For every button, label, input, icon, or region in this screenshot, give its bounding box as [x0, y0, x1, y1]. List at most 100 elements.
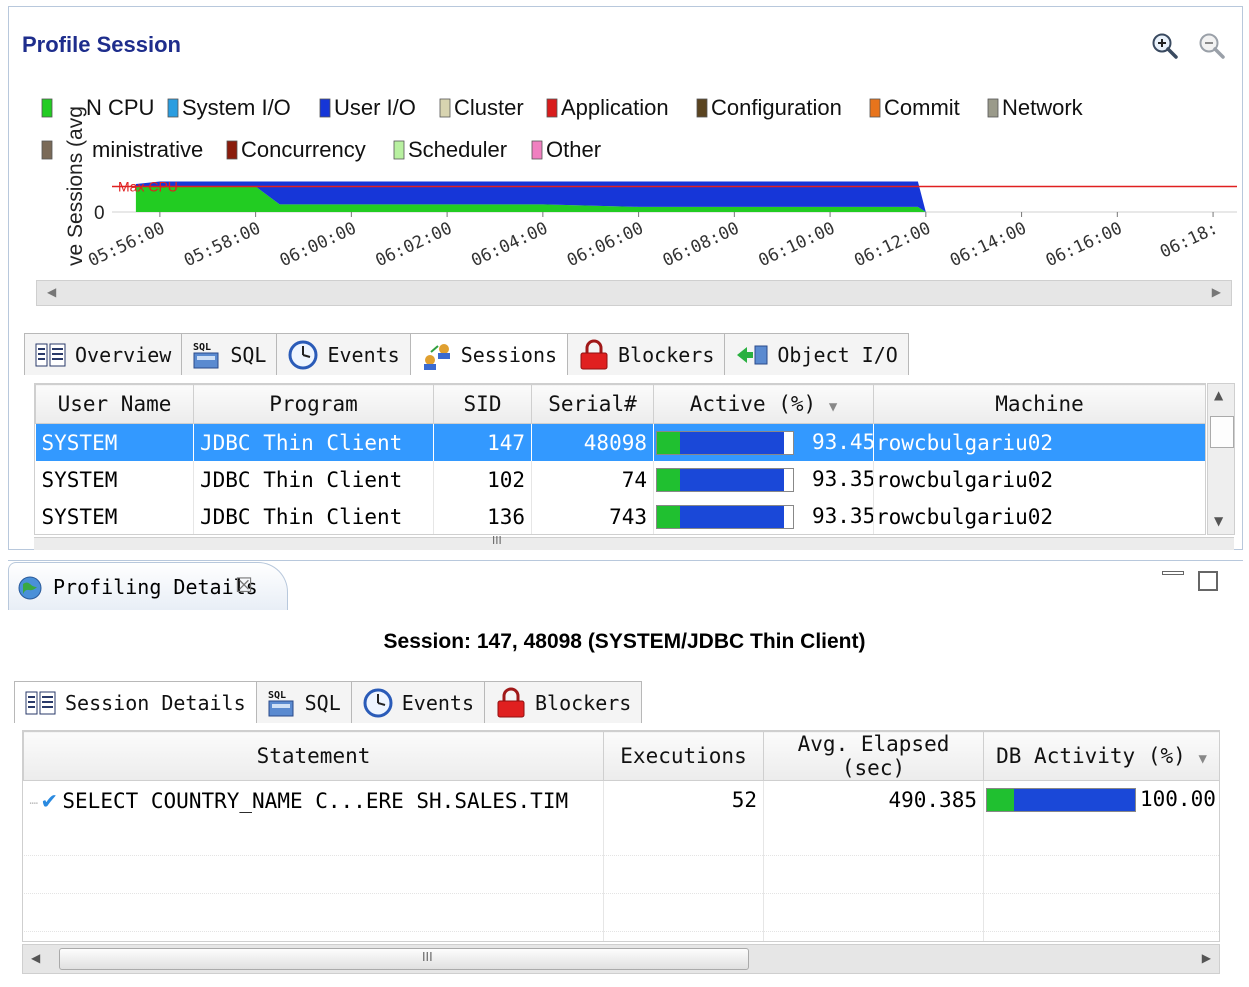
- x-tick-label: 06:08:00: [660, 218, 743, 271]
- tab-overview[interactable]: Overview: [24, 333, 183, 375]
- scroll-left-arrow-icon[interactable]: ◀: [47, 285, 56, 299]
- cell-program: JDBC Thin Client: [193, 461, 434, 498]
- cell-machine: rowcbulgariu02: [873, 498, 1205, 534]
- col-machine[interactable]: Machine: [873, 384, 1205, 424]
- chart-horizontal-scrollbar[interactable]: ◀ ▶: [36, 280, 1232, 306]
- x-axis-ticks: 05:56:00 05:58:00 06:00:00 06:02:00 06:04:00…: [85, 212, 1221, 271]
- session-tabs: Overview SQL SQL Events Sessions Blocker…: [24, 333, 909, 375]
- tree-connector: ┈: [29, 795, 38, 812]
- active-pct-label: 93.45: [812, 430, 874, 454]
- scroll-right-arrow-icon[interactable]: ▶: [1212, 285, 1221, 299]
- col-sid[interactable]: SID: [433, 384, 532, 424]
- cell-program: JDBC Thin Client: [193, 498, 434, 534]
- sessions-table: User Name Program SID Serial# Active (%)…: [35, 384, 1205, 534]
- tab-sessions[interactable]: Sessions: [409, 333, 569, 375]
- sessions-horizontal-scrollbar[interactable]: III: [34, 534, 1234, 550]
- table-row[interactable]: SYSTEM JDBC Thin Client 102 74 93.35 rowcbulg…: [35, 461, 1205, 498]
- table-row[interactable]: SYSTEM JDBC Thin Client 147 48098 93.45 rowcb…: [35, 423, 1205, 461]
- tab-session-details[interactable]: Session Details: [14, 681, 257, 723]
- tab-blockers[interactable]: Blockers: [567, 333, 726, 375]
- page-title: Profile Session: [22, 32, 181, 57]
- zoom-in-icon[interactable]: [1151, 32, 1179, 60]
- sql-table-container: Statement Executions Avg. Elapsed (sec) …: [22, 730, 1220, 942]
- scroll-left-arrow-icon[interactable]: ◀: [31, 951, 40, 965]
- active-progress-bar: [656, 431, 794, 455]
- tab-blockers-label: Blockers: [618, 342, 715, 367]
- legend-label: Application: [561, 95, 669, 120]
- overview-icon: [35, 343, 66, 366]
- tab-events[interactable]: Events: [276, 333, 411, 375]
- y-axis-label: ve Sessions (avg: [64, 106, 87, 266]
- cell-active: 93.35: [653, 461, 874, 498]
- cell-sid: 102: [433, 461, 532, 498]
- scrollbar-thumb[interactable]: III: [59, 948, 749, 970]
- col-db-activity[interactable]: DB Activity (%) ▼: [983, 731, 1219, 781]
- zoom-out-icon[interactable]: [1198, 32, 1226, 60]
- details-tabs: Session Details SQL SQL Events Blockers: [14, 681, 643, 723]
- legend-swatch: [546, 98, 558, 118]
- sessions-table-container: User Name Program SID Serial# Active (%)…: [34, 383, 1206, 535]
- sql-horizontal-scrollbar[interactable]: ◀ III ▶: [22, 944, 1220, 974]
- col-user-name[interactable]: User Name: [35, 384, 194, 424]
- tab-sql[interactable]: SQL SQL: [181, 333, 278, 375]
- legend-swatch: [393, 140, 405, 160]
- col-statement[interactable]: Statement: [23, 731, 604, 781]
- empty-row: [23, 893, 1219, 932]
- svg-text:SQL: SQL: [268, 690, 286, 701]
- close-icon[interactable]: ☒: [235, 573, 253, 597]
- legend-label: Scheduler: [408, 137, 507, 162]
- col-executions[interactable]: Executions: [603, 731, 764, 781]
- active-pct-label: 93.35: [812, 504, 874, 528]
- cell-avg-elapsed: 490.385: [763, 780, 984, 818]
- sessions-icon: [423, 343, 450, 370]
- legend-label: ministrative: [92, 137, 203, 162]
- minimize-icon[interactable]: [1162, 571, 1184, 575]
- db-activity-label: 100.00 c: [1140, 787, 1219, 811]
- scroll-right-arrow-icon[interactable]: ▶: [1202, 951, 1211, 965]
- cell-sid: 147: [433, 423, 532, 461]
- scroll-up-arrow-icon[interactable]: ▲: [1214, 388, 1223, 402]
- col-active[interactable]: Active (%) ▼: [653, 384, 874, 424]
- tab-profiling-details[interactable]: Profiling Details ☒: [8, 562, 288, 610]
- active-progress-bar: [656, 468, 794, 492]
- cell-active: 93.35: [653, 498, 874, 534]
- tab-details-sql[interactable]: SQL SQL: [255, 681, 352, 723]
- cell-serial: 74: [531, 461, 654, 498]
- tab-details-sql-label: SQL: [304, 690, 341, 715]
- globe-icon: [18, 576, 42, 600]
- clock-icon: [288, 340, 318, 369]
- col-serial[interactable]: Serial#: [531, 384, 654, 424]
- tab-object-io-label: Object I/O: [777, 342, 898, 367]
- tab-sessions-label: Sessions: [460, 342, 558, 367]
- x-tick-label: 05:58:00: [181, 218, 264, 271]
- session-details-icon: [25, 691, 56, 714]
- legend-label: Other: [546, 137, 601, 162]
- table-row[interactable]: SYSTEM JDBC Thin Client 136 743 93.35 rowcbul…: [35, 498, 1205, 534]
- legend-label: Configuration: [711, 95, 842, 120]
- tab-profiling-details-label: Profiling Details: [53, 575, 258, 599]
- tab-details-blockers[interactable]: Blockers: [484, 681, 643, 723]
- col-program[interactable]: Program: [193, 384, 434, 424]
- sql-icon: SQL: [193, 342, 219, 368]
- cell-machine: rowcbulgariu02: [873, 423, 1205, 461]
- maximize-icon[interactable]: [1198, 571, 1218, 591]
- table-row[interactable]: ┈ ✔ SELECT COUNTRY_NAME C...ERE SH.SALES.T…: [23, 780, 1219, 818]
- col-avg-elapsed[interactable]: Avg. Elapsed (sec): [763, 731, 984, 781]
- tab-details-events[interactable]: Events: [350, 681, 485, 723]
- tab-sql-label: SQL: [230, 342, 267, 367]
- sessions-chart: N CPU System I/O User I/O Cluster Applicatio…: [41, 95, 1237, 271]
- scrollbar-thumb[interactable]: [1210, 416, 1234, 448]
- cell-serial: 48098: [531, 423, 654, 461]
- cell-serial: 743: [531, 498, 654, 534]
- cell-user-name: SYSTEM: [35, 423, 194, 461]
- scroll-down-arrow-icon[interactable]: ▼: [1214, 514, 1223, 528]
- legend-label: User I/O: [334, 95, 416, 120]
- tab-details-events-label: Events: [401, 690, 474, 715]
- cell-program: JDBC Thin Client: [193, 423, 434, 461]
- tab-object-io[interactable]: Object I/O: [724, 333, 909, 375]
- cell-db-activity: 100.00 c: [983, 780, 1219, 818]
- x-tick-label: 06:02:00: [373, 218, 456, 271]
- sessions-vertical-scrollbar[interactable]: ▲ ▼: [1207, 383, 1235, 535]
- tab-events-label: Events: [327, 342, 400, 367]
- max-cpu-label: Max CPU: [118, 179, 178, 195]
